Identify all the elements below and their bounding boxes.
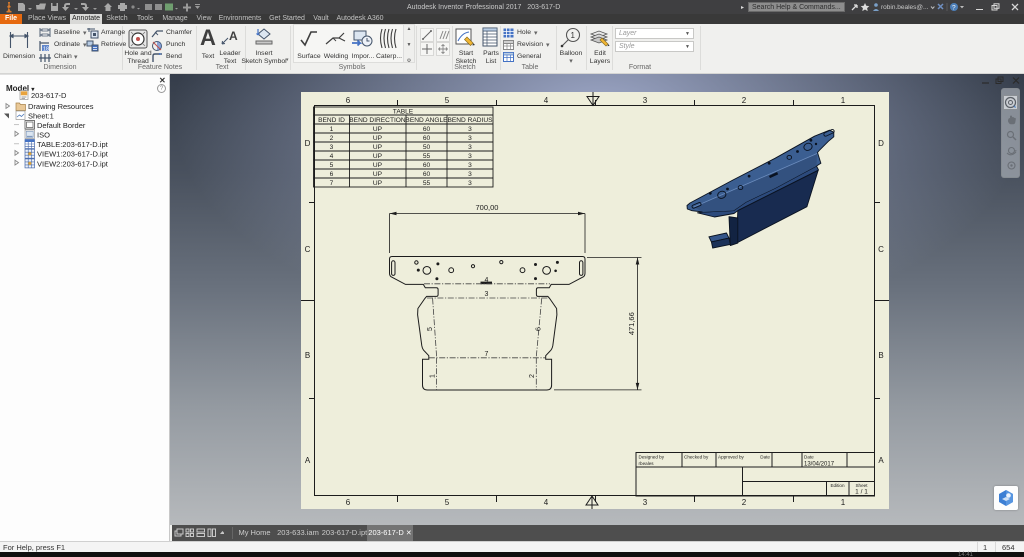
svg-text:UP: UP [373, 171, 383, 178]
svg-text:Default Border: Default Border [37, 121, 86, 130]
svg-text:A: A [305, 456, 311, 465]
svg-text:50: 50 [423, 144, 431, 151]
svg-text:UP: UP [373, 162, 383, 169]
svg-text:BEND DIRECTION: BEND DIRECTION [349, 117, 406, 124]
svg-text:A: A [878, 456, 884, 465]
svg-text:C: C [878, 245, 884, 254]
svg-text:Approved by: Approved by [718, 455, 744, 460]
svg-text:3: 3 [468, 126, 472, 133]
svg-text:Checked by: Checked by [684, 455, 709, 460]
svg-text:7: 7 [485, 351, 489, 358]
svg-text:1: 1 [430, 374, 437, 378]
svg-text:60: 60 [423, 171, 431, 178]
svg-text:2: 2 [742, 498, 747, 507]
svg-text:6: 6 [330, 171, 334, 178]
svg-text:60: 60 [423, 162, 431, 169]
svg-text:2: 2 [529, 374, 536, 378]
svg-text:2: 2 [742, 96, 747, 105]
svg-text:1: 1 [330, 126, 334, 133]
svg-text:3: 3 [330, 144, 334, 151]
svg-text:?: ? [952, 5, 956, 12]
svg-text:6: 6 [536, 327, 543, 331]
svg-text:B: B [878, 351, 883, 360]
svg-text:4: 4 [544, 96, 549, 105]
svg-text:5: 5 [445, 498, 450, 507]
svg-text:Drawing Resources: Drawing Resources [28, 102, 94, 111]
svg-text:UP: UP [373, 135, 383, 142]
svg-text:D: D [305, 139, 311, 148]
svg-text:60: 60 [423, 135, 431, 142]
svg-text:4: 4 [330, 153, 334, 160]
svg-text:55: 55 [423, 180, 431, 187]
svg-text:471,66: 471,66 [627, 312, 636, 335]
svg-text:BEND RADIUS: BEND RADIUS [447, 117, 493, 124]
svg-text:Designed by: Designed by [639, 455, 665, 460]
svg-text:3: 3 [468, 135, 472, 142]
svg-text:rbeales: rbeales [639, 461, 655, 466]
svg-text:3: 3 [468, 153, 472, 160]
svg-text:3: 3 [643, 498, 648, 507]
svg-text:A: A [229, 29, 238, 43]
svg-text:Sheet:1: Sheet:1 [28, 111, 54, 120]
svg-text:TABLE: TABLE [393, 109, 414, 116]
svg-text:C: C [305, 245, 311, 254]
svg-text:7: 7 [330, 180, 334, 187]
svg-text:Date: Date [804, 455, 814, 460]
svg-text:UP: UP [373, 126, 383, 133]
svg-text:VIEW1:203-617-D.ipt: VIEW1:203-617-D.ipt [37, 150, 109, 159]
svg-text:5: 5 [427, 327, 434, 331]
svg-text:3: 3 [468, 180, 472, 187]
svg-text:3: 3 [468, 162, 472, 169]
svg-text:B: B [305, 351, 310, 360]
svg-text:2: 2 [330, 135, 334, 142]
svg-text:Sheet: Sheet [855, 483, 868, 488]
svg-text:Edition: Edition [830, 483, 844, 488]
svg-text:3: 3 [485, 291, 489, 298]
svg-text:BEND ANGLE: BEND ANGLE [405, 117, 448, 124]
svg-text:3: 3 [468, 144, 472, 151]
svg-text:5: 5 [330, 162, 334, 169]
svg-text:UP: UP [373, 180, 383, 187]
svg-text:700,00: 700,00 [476, 203, 499, 212]
svg-text:55: 55 [423, 153, 431, 160]
svg-text:3: 3 [643, 96, 648, 105]
svg-text:UP: UP [373, 144, 383, 151]
svg-text:D: D [878, 139, 884, 148]
svg-text:BEND ID: BEND ID [318, 117, 345, 124]
svg-text:203-617-D: 203-617-D [31, 91, 67, 100]
svg-text:TABLE:203-617-D.ipt: TABLE:203-617-D.ipt [37, 140, 109, 149]
svg-text:13/04/2017: 13/04/2017 [804, 462, 835, 468]
svg-text:4: 4 [544, 498, 549, 507]
svg-text:60: 60 [423, 126, 431, 133]
svg-text:3: 3 [468, 171, 472, 178]
svg-text:6: 6 [346, 498, 351, 507]
svg-text:4: 4 [485, 277, 489, 284]
svg-text:1 / 1: 1 / 1 [855, 489, 868, 496]
svg-text:Date: Date [760, 455, 770, 460]
svg-text:UP: UP [373, 153, 383, 160]
svg-text:VIEW2:203-617-D.ipt: VIEW2:203-617-D.ipt [37, 159, 109, 168]
svg-text:1: 1 [841, 96, 846, 105]
svg-text:robin.beales@...: robin.beales@... [881, 4, 929, 11]
svg-text:1: 1 [841, 498, 846, 507]
svg-text:ISO: ISO [37, 130, 50, 139]
svg-text:5: 5 [445, 96, 450, 105]
svg-text:1: 1 [571, 31, 576, 40]
svg-text:6: 6 [346, 96, 351, 105]
